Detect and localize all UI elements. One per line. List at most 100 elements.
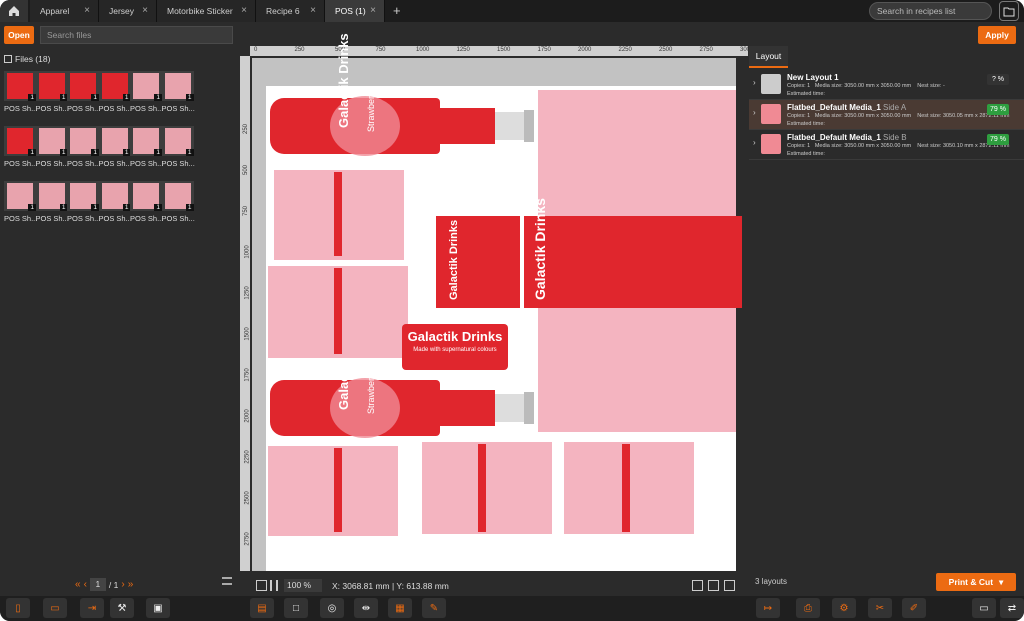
file-thumbnail[interactable]: 1 — [4, 126, 36, 156]
apply-button[interactable]: Apply — [978, 26, 1016, 44]
pos-panel[interactable] — [268, 446, 398, 536]
vertical-ruler: 250 500 750 1000 1250 1500 1750 2000 2250 2500 275… — [240, 56, 251, 571]
tools-icon[interactable]: ⚒ — [110, 598, 134, 618]
cut-tool-icon[interactable]: ✂ — [868, 598, 892, 618]
file-thumbnail[interactable]: 1 — [67, 71, 99, 101]
file-thumbnail[interactable]: 1 — [98, 126, 131, 156]
pos-panel[interactable] — [422, 442, 552, 534]
app-window: Apparel × Jersey × Motorbike Sticker × Reci… — [0, 0, 1024, 621]
settings-icon[interactable]: ⚙ — [832, 598, 856, 618]
box-side-panel[interactable]: Galactik Drinks — [524, 198, 742, 308]
bottle-flavor-text: Strawberry — [366, 370, 376, 414]
grid-icon[interactable]: ▦ — [388, 598, 412, 618]
cut-icon[interactable]: ▤ — [250, 598, 274, 618]
file-thumbnail[interactable]: 1 — [130, 71, 162, 101]
fit-icon[interactable] — [256, 580, 267, 591]
file-thumbnail[interactable]: 1 — [161, 181, 194, 211]
ruler-tick-label: 2750 — [244, 532, 251, 546]
close-icon[interactable]: × — [142, 5, 148, 16]
nest-efficiency-badge: 79 % — [987, 104, 1009, 115]
tab-jersey[interactable]: Jersey × — [99, 0, 157, 22]
folder-search-button[interactable] — [999, 1, 1019, 21]
file-thumbnail[interactable]: 1 — [35, 181, 68, 211]
file-thumbnail[interactable]: 1 — [35, 71, 68, 101]
file-thumbnail[interactable]: 1 — [4, 181, 36, 211]
canvas-area[interactable]: 0 250 500 750 1000 1250 1500 1750 2000 2250 2500 27… — [240, 33, 753, 596]
add-tab-button[interactable]: + — [393, 3, 401, 18]
layout-row[interactable]: › Flatbed_Default Media_1 Side B Copies: 1… — [749, 130, 1024, 160]
import-icon[interactable]: ⇥ — [80, 598, 104, 618]
header-card[interactable]: Galactik Drinks Made with supernatural c… — [402, 324, 508, 370]
grid-view-icon[interactable] — [724, 580, 735, 591]
tab-apparel[interactable]: Apparel × — [30, 0, 99, 22]
window-icon[interactable]: ▭ — [972, 598, 996, 618]
file-thumbnail[interactable]: 1 — [98, 71, 131, 101]
nest-efficiency-badge: ? % — [987, 74, 1009, 85]
next-page-icon[interactable]: › — [121, 579, 124, 590]
first-page-icon[interactable]: « — [75, 579, 81, 590]
print-cut-button[interactable]: Print & Cut ▾ — [936, 573, 1016, 591]
tab-pos[interactable]: POS (1) × — [325, 0, 385, 22]
ruler-tick-label: 750 — [243, 205, 250, 217]
tab-recipe-6[interactable]: Recipe 6 × — [256, 0, 325, 22]
pos-panel[interactable] — [538, 90, 736, 216]
mirror-icon[interactable]: ⇹ — [354, 598, 378, 618]
pen-icon[interactable]: ✎ — [422, 598, 446, 618]
tab-motorbike-sticker[interactable]: Motorbike Sticker × — [157, 0, 256, 22]
file-thumbnail[interactable]: 1 — [130, 181, 162, 211]
chevron-right-icon[interactable]: › — [753, 78, 756, 87]
print-icon[interactable]: ⎙ — [796, 598, 820, 618]
file-thumbnail[interactable]: 1 — [130, 126, 162, 156]
list-view-icon[interactable] — [222, 577, 232, 585]
export-icon[interactable]: ↦ — [756, 598, 780, 618]
media-sheet[interactable]: Galactik Drinks Strawberry Galactik Drin… — [266, 33, 742, 571]
layout-meta: Copies: 1 Media size: 3050.00 mm x 3050.… — [787, 143, 1010, 149]
chevron-down-icon[interactable]: ▾ — [999, 577, 1003, 588]
media-icon[interactable]: ▭ — [43, 598, 67, 618]
pos-panel[interactable] — [538, 308, 736, 432]
layout-name: New Layout 1 — [787, 73, 839, 82]
knife-icon[interactable]: ✐ — [902, 598, 926, 618]
frame-icon[interactable]: ▣ — [146, 598, 170, 618]
layout-row[interactable]: › Flatbed_Default Media_1 Side A Copies: 1… — [749, 100, 1024, 130]
home-icon — [9, 6, 19, 16]
new-file-icon[interactable]: ▯ — [6, 598, 30, 618]
layout-panel: Layout › New Layout 1 Copies: 1 Media siz… — [749, 46, 1024, 596]
network-icon[interactable]: ⇄ — [1000, 598, 1024, 618]
file-thumbnail[interactable]: 1 — [35, 126, 68, 156]
prev-page-icon[interactable]: ‹ — [84, 579, 87, 590]
file-thumbnail[interactable]: 1 — [67, 126, 99, 156]
file-thumbnail[interactable]: 1 — [4, 71, 36, 101]
close-icon[interactable]: × — [310, 5, 316, 16]
file-thumbnail[interactable]: 1 — [98, 181, 131, 211]
page-input[interactable]: 1 — [89, 578, 106, 591]
close-icon[interactable]: × — [241, 5, 247, 16]
sale-strip — [334, 268, 342, 354]
ruler-tick-label: 750 — [375, 47, 386, 53]
chevron-right-icon[interactable]: › — [753, 108, 756, 117]
file-thumbnail[interactable]: 1 — [161, 71, 194, 101]
layout-row[interactable]: › New Layout 1 Copies: 1 Media size: 3050… — [749, 70, 1024, 100]
home-button[interactable] — [0, 0, 28, 22]
open-button[interactable]: Open — [4, 26, 34, 44]
search-recipes-input[interactable]: Search in recipes list — [869, 2, 992, 20]
close-view-icon[interactable] — [708, 580, 719, 591]
bottle-graphic[interactable]: Galactik Drinks Strawberry — [270, 315, 535, 442]
box-top-panel[interactable]: Galactik Drinks — [436, 216, 520, 308]
focus-icon[interactable]: ◎ — [320, 598, 344, 618]
search-files-input[interactable]: Search files — [40, 26, 233, 44]
tab-layout[interactable]: Layout — [749, 46, 788, 68]
file-label: POS Sh... — [161, 214, 195, 223]
file-thumbnail[interactable]: 1 — [161, 126, 194, 156]
square-icon[interactable]: □ — [284, 598, 308, 618]
last-page-icon[interactable]: » — [128, 579, 134, 590]
close-icon[interactable]: × — [370, 5, 376, 16]
bottle-graphic[interactable]: Galactik Drinks Strawberry — [270, 33, 535, 160]
view-options-icon[interactable] — [692, 580, 703, 591]
zoom-select[interactable]: 100 % — [284, 579, 322, 592]
file-thumbnail[interactable]: 1 — [67, 181, 99, 211]
chevron-right-icon[interactable]: › — [753, 138, 756, 147]
ruler-toggle-icon[interactable] — [270, 580, 278, 591]
ruler-tick-label: 2750 — [699, 47, 713, 53]
close-icon[interactable]: × — [84, 5, 90, 16]
